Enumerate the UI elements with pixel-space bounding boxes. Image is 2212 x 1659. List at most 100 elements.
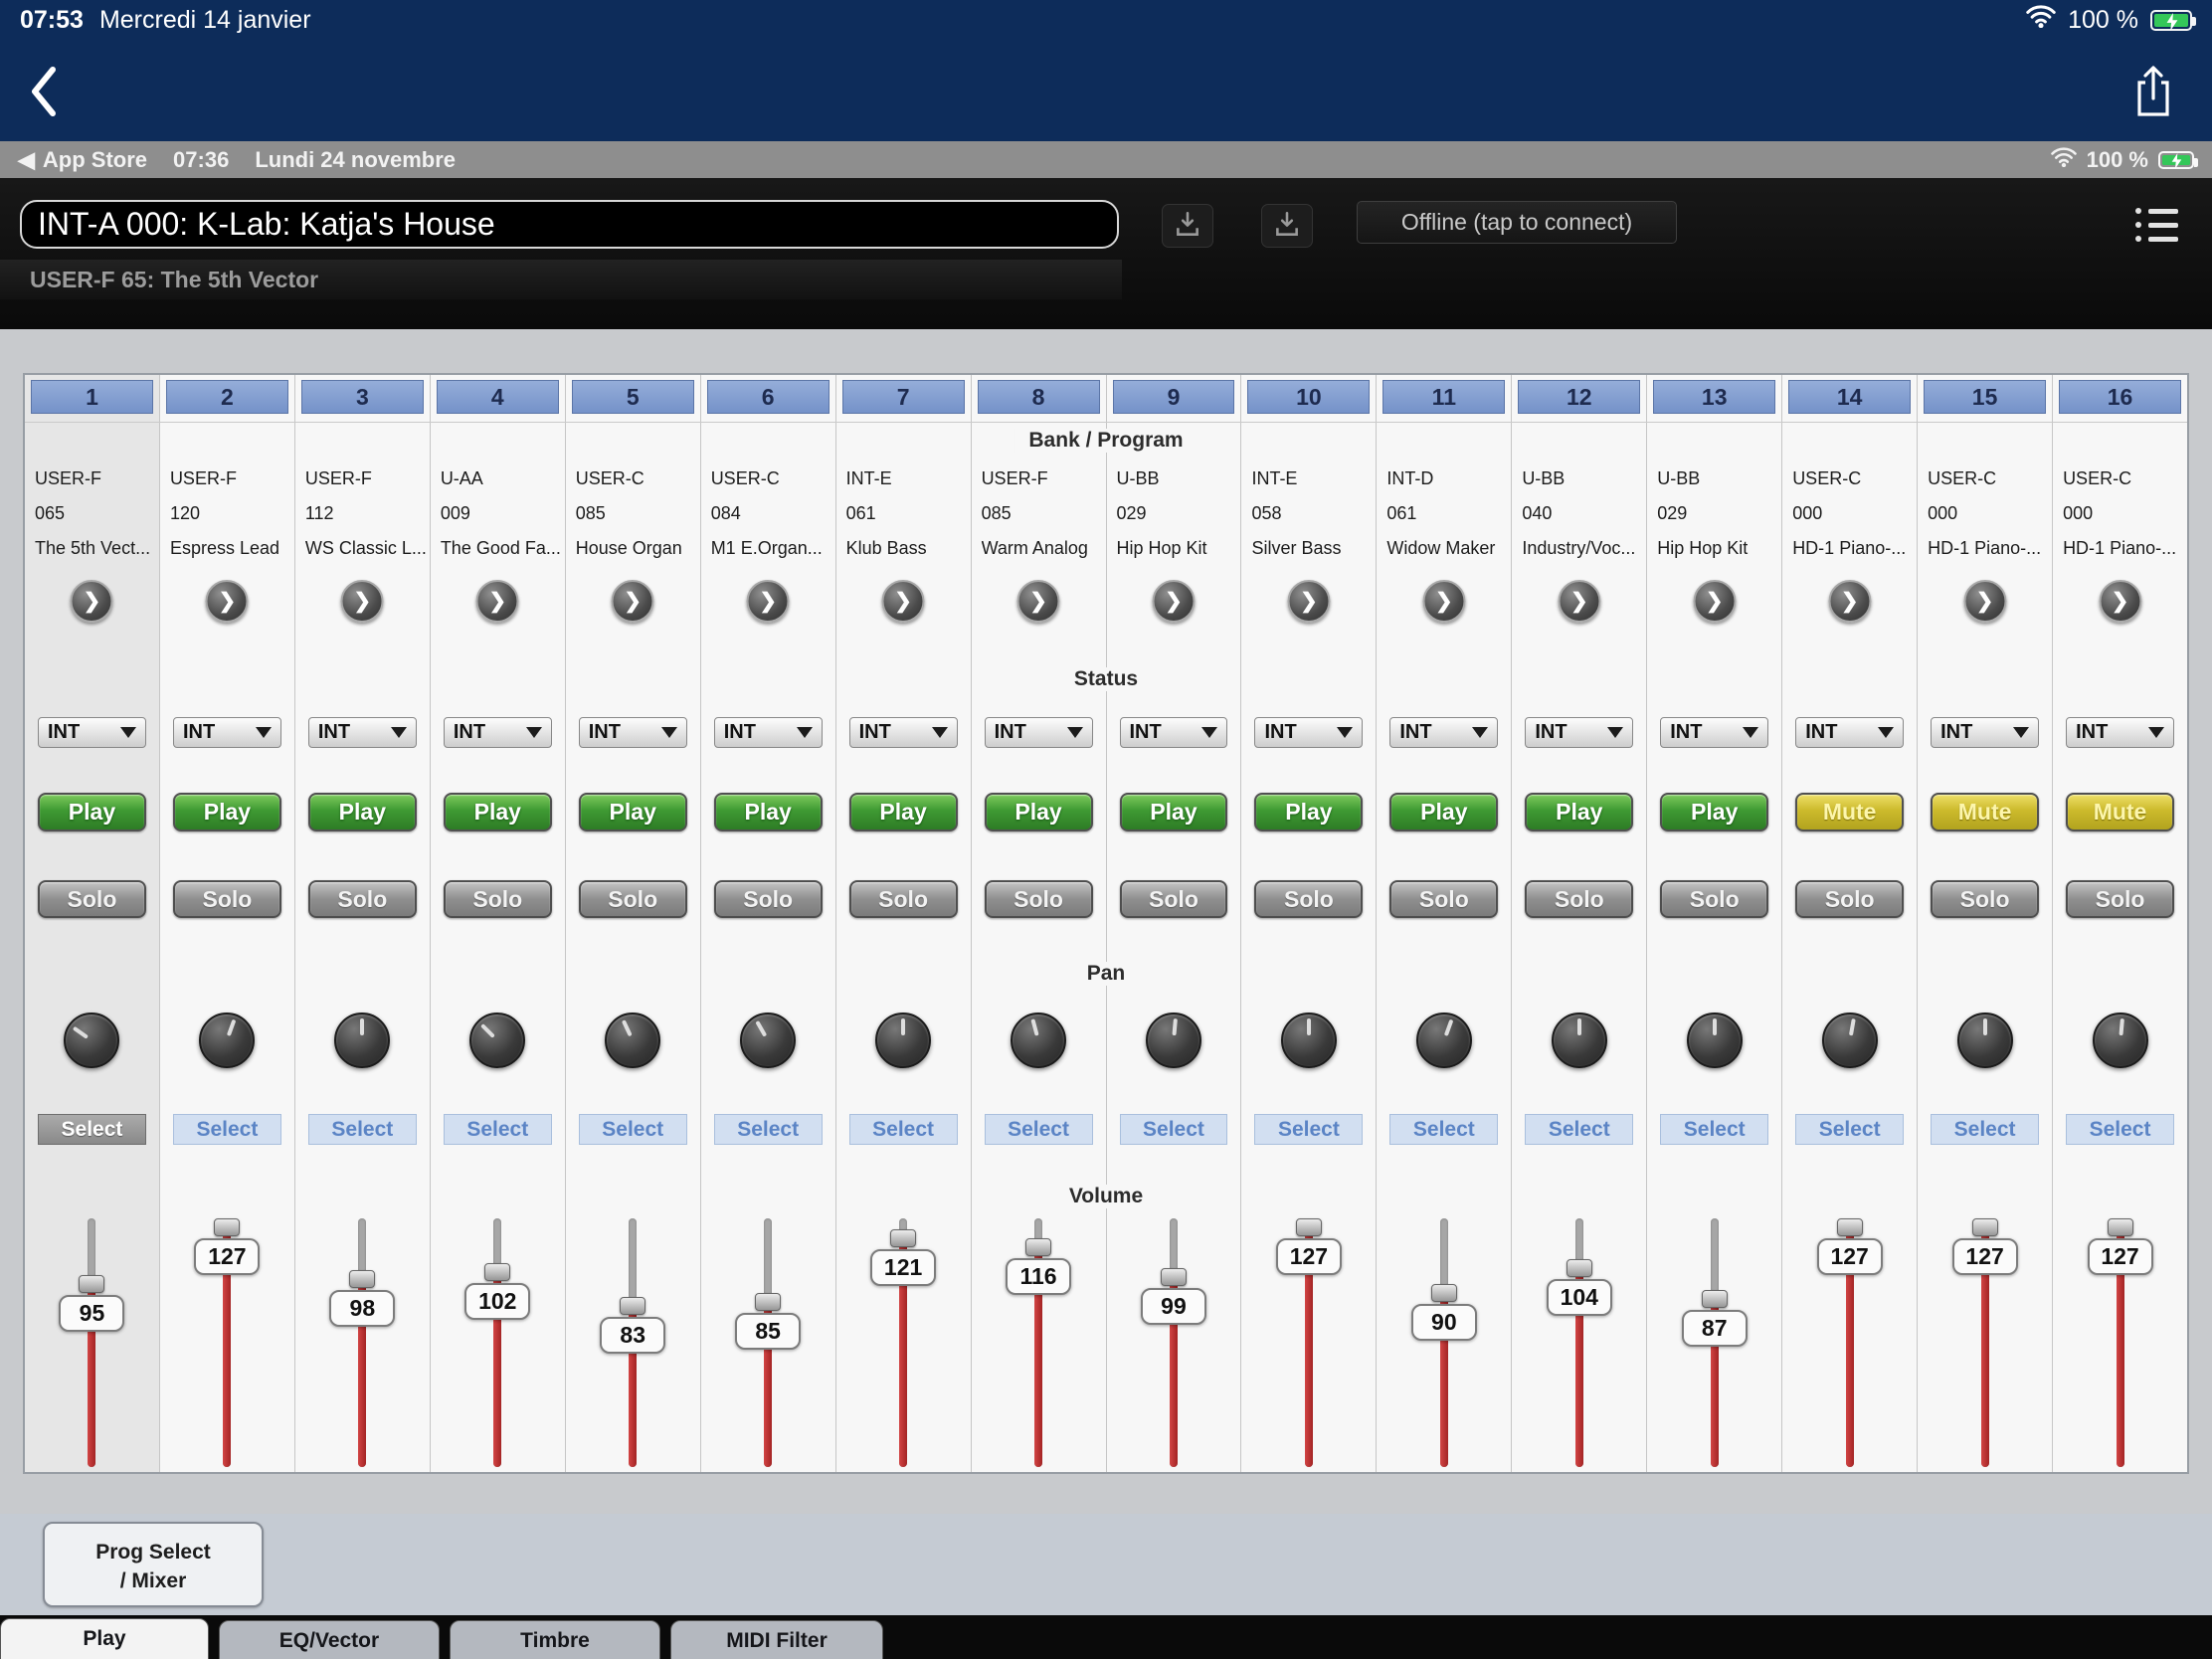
pan-knob[interactable] xyxy=(64,1013,119,1068)
volume-slider[interactable]: 87 xyxy=(1647,1218,1781,1467)
slider-handle[interactable] xyxy=(1567,1259,1592,1277)
slider-handle[interactable] xyxy=(755,1293,781,1311)
solo-button[interactable]: Solo xyxy=(714,880,823,918)
solo-button[interactable]: Solo xyxy=(173,880,281,918)
play-mute-button[interactable]: Play xyxy=(985,793,1093,831)
pan-knob[interactable] xyxy=(1146,1013,1201,1068)
select-button[interactable]: Select xyxy=(444,1114,552,1145)
slider-handle[interactable] xyxy=(1702,1290,1728,1308)
route-dropdown[interactable]: INT xyxy=(1660,717,1768,748)
select-button[interactable]: Select xyxy=(1795,1114,1904,1145)
play-mute-button[interactable]: Play xyxy=(1660,793,1768,831)
route-dropdown[interactable]: INT xyxy=(714,717,823,748)
solo-button[interactable]: Solo xyxy=(1254,880,1363,918)
select-button[interactable]: Select xyxy=(579,1114,687,1145)
share-icon[interactable] xyxy=(2130,62,2176,119)
play-mute-button[interactable]: Play xyxy=(173,793,281,831)
program-detail-button[interactable]: ❯ xyxy=(612,580,654,623)
select-button[interactable]: Select xyxy=(1525,1114,1633,1145)
program-detail-button[interactable]: ❯ xyxy=(1558,580,1600,623)
select-button[interactable]: Select xyxy=(985,1114,1093,1145)
route-dropdown[interactable]: INT xyxy=(38,717,146,748)
route-dropdown[interactable]: INT xyxy=(1931,717,2039,748)
pan-knob[interactable] xyxy=(1281,1013,1337,1068)
solo-button[interactable]: Solo xyxy=(308,880,417,918)
select-button[interactable]: Select xyxy=(308,1114,417,1145)
select-button[interactable]: Select xyxy=(849,1114,958,1145)
route-dropdown[interactable]: INT xyxy=(1120,717,1228,748)
program-detail-button[interactable]: ❯ xyxy=(71,580,113,623)
play-mute-button[interactable]: Mute xyxy=(1795,793,1904,831)
play-mute-button[interactable]: Play xyxy=(579,793,687,831)
program-detail-button[interactable]: ❯ xyxy=(1828,580,1871,623)
program-detail-button[interactable]: ❯ xyxy=(476,580,519,623)
select-button[interactable]: Select xyxy=(173,1114,281,1145)
play-mute-button[interactable]: Play xyxy=(444,793,552,831)
slider-handle[interactable] xyxy=(2108,1218,2133,1236)
slider-handle[interactable] xyxy=(484,1263,510,1281)
play-mute-button[interactable]: Play xyxy=(1254,793,1363,831)
route-dropdown[interactable]: INT xyxy=(1795,717,1904,748)
program-detail-button[interactable]: ❯ xyxy=(1422,580,1465,623)
route-dropdown[interactable]: INT xyxy=(173,717,281,748)
pan-knob[interactable] xyxy=(199,1013,255,1068)
play-mute-button[interactable]: Play xyxy=(38,793,146,831)
route-dropdown[interactable]: INT xyxy=(1525,717,1633,748)
pan-knob[interactable] xyxy=(875,1013,931,1068)
solo-button[interactable]: Solo xyxy=(1795,880,1904,918)
volume-slider[interactable]: 83 xyxy=(566,1218,700,1467)
tab-play[interactable]: Play xyxy=(0,1618,209,1659)
play-mute-button[interactable]: Play xyxy=(308,793,417,831)
load-button[interactable] xyxy=(1261,204,1313,248)
select-button[interactable]: Select xyxy=(714,1114,823,1145)
pan-knob[interactable] xyxy=(1822,1013,1878,1068)
pan-knob[interactable] xyxy=(740,1013,796,1068)
solo-button[interactable]: Solo xyxy=(849,880,958,918)
tab-prog-select-mixer[interactable]: Prog Select / Mixer xyxy=(43,1522,264,1607)
play-mute-button[interactable]: Play xyxy=(1525,793,1633,831)
select-button[interactable]: Select xyxy=(1254,1114,1363,1145)
volume-slider[interactable]: 127 xyxy=(160,1218,294,1467)
volume-slider[interactable]: 102 xyxy=(431,1218,565,1467)
volume-slider[interactable]: 99 xyxy=(1107,1218,1241,1467)
route-dropdown[interactable]: INT xyxy=(1254,717,1363,748)
route-dropdown[interactable]: INT xyxy=(2066,717,2174,748)
slider-handle[interactable] xyxy=(1161,1268,1187,1286)
slider-handle[interactable] xyxy=(1972,1218,1998,1236)
pan-knob[interactable] xyxy=(1416,1013,1472,1068)
program-detail-button[interactable]: ❯ xyxy=(2099,580,2141,623)
solo-button[interactable]: Solo xyxy=(1525,880,1633,918)
program-detail-button[interactable]: ❯ xyxy=(1152,580,1195,623)
solo-button[interactable]: Solo xyxy=(38,880,146,918)
route-dropdown[interactable]: INT xyxy=(579,717,687,748)
volume-slider[interactable]: 121 xyxy=(836,1218,971,1467)
program-detail-button[interactable]: ❯ xyxy=(747,580,790,623)
select-button[interactable]: Select xyxy=(2066,1114,2174,1145)
list-menu-icon[interactable] xyxy=(2135,208,2178,242)
solo-button[interactable]: Solo xyxy=(2066,880,2174,918)
play-mute-button[interactable]: Play xyxy=(1120,793,1228,831)
solo-button[interactable]: Solo xyxy=(1389,880,1498,918)
volume-slider[interactable]: 127 xyxy=(1918,1218,2052,1467)
back-button[interactable] xyxy=(26,64,60,119)
program-detail-button[interactable]: ❯ xyxy=(882,580,925,623)
select-button[interactable]: Select xyxy=(1120,1114,1228,1145)
volume-slider[interactable]: 127 xyxy=(1782,1218,1917,1467)
program-detail-button[interactable]: ❯ xyxy=(1693,580,1736,623)
play-mute-button[interactable]: Play xyxy=(1389,793,1498,831)
select-button[interactable]: Select xyxy=(1389,1114,1498,1145)
tab-midi-filter[interactable]: MIDI Filter xyxy=(670,1620,883,1659)
program-detail-button[interactable]: ❯ xyxy=(206,580,249,623)
solo-button[interactable]: Solo xyxy=(985,880,1093,918)
pan-knob[interactable] xyxy=(469,1013,525,1068)
slider-handle[interactable] xyxy=(349,1270,375,1288)
slider-handle[interactable] xyxy=(1296,1218,1322,1236)
play-mute-button[interactable]: Play xyxy=(849,793,958,831)
back-to-app-crumb[interactable]: ◀ App Store xyxy=(18,147,147,173)
play-mute-button[interactable]: Mute xyxy=(1931,793,2039,831)
route-dropdown[interactable]: INT xyxy=(444,717,552,748)
pan-knob[interactable] xyxy=(605,1013,660,1068)
slider-handle[interactable] xyxy=(214,1218,240,1236)
volume-slider[interactable]: 127 xyxy=(2053,1218,2187,1467)
solo-button[interactable]: Solo xyxy=(579,880,687,918)
